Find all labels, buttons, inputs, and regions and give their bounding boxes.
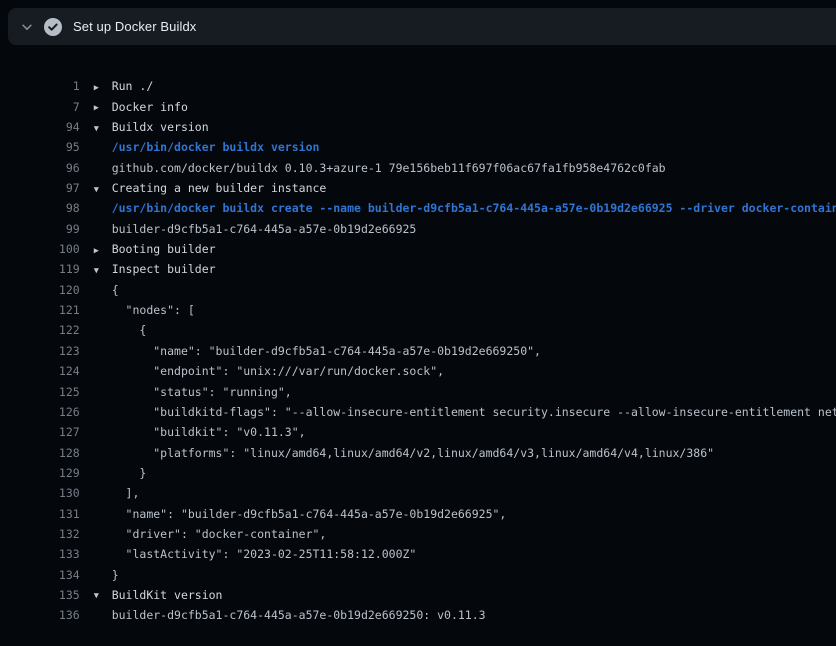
log-line-text: { xyxy=(112,283,119,297)
log-line-text: "driver": "docker-container", xyxy=(112,527,327,541)
log-line-number[interactable]: 100 xyxy=(28,239,80,259)
log-line-text: "nodes": [ xyxy=(112,303,195,317)
log-line-number[interactable]: 122 xyxy=(28,320,80,340)
log-line-number[interactable]: 130 xyxy=(28,483,80,503)
log-line-text: /usr/bin/docker buildx version xyxy=(112,140,320,154)
log-line-number[interactable]: 129 xyxy=(28,463,80,483)
log-line-text: Inspect builder xyxy=(112,262,216,276)
log-line-number[interactable]: 123 xyxy=(28,341,80,361)
log-line-number[interactable]: 97 xyxy=(28,178,80,198)
log-line: 121 "nodes": [ xyxy=(0,280,836,300)
log-line-number[interactable]: 99 xyxy=(28,219,80,239)
collapse-group-icon: ▼ xyxy=(94,119,112,139)
expand-group-icon: ▶ xyxy=(94,98,112,118)
log-line-text: /usr/bin/docker buildx create --name bui… xyxy=(112,201,836,215)
log-line-number[interactable]: 96 xyxy=(28,158,80,178)
collapse-group-icon: ▼ xyxy=(94,261,112,281)
log-line-number[interactable]: 124 xyxy=(28,361,80,381)
log-line-text: Docker info xyxy=(112,100,188,114)
chevron-down-icon[interactable] xyxy=(20,20,34,34)
log-line-text: "name": "builder-d9cfb5a1-c764-445a-a57e… xyxy=(112,507,507,521)
log-line-number[interactable]: 128 xyxy=(28,443,80,463)
log-line-text: builder-d9cfb5a1-c764-445a-a57e-0b19d2e6… xyxy=(112,222,417,236)
log-line-text: } xyxy=(112,568,119,582)
log-line-text: } xyxy=(112,466,147,480)
log-lines: 1▶Run ./ 7▶Docker info 94▼Buildx version… xyxy=(0,45,836,604)
log-line-text: "endpoint": "unix:///var/run/docker.sock… xyxy=(112,364,444,378)
log-line-text: Creating a new builder instance xyxy=(112,181,327,195)
log-line-text: "status": "running", xyxy=(112,385,292,399)
log-line[interactable]: 135▼BuildKit version xyxy=(0,565,836,585)
log-line-number[interactable]: 94 xyxy=(28,117,80,137)
log-line-number[interactable]: 132 xyxy=(28,524,80,544)
log-line-text: "name": "builder-d9cfb5a1-c764-445a-a57e… xyxy=(112,344,541,358)
log-line-number[interactable]: 133 xyxy=(28,544,80,564)
log-line-number[interactable]: 125 xyxy=(28,382,80,402)
log-line-text: github.com/docker/buildx 0.10.3+azure-1 … xyxy=(112,161,666,175)
log-line-number[interactable]: 136 xyxy=(28,605,80,625)
log-line-text: "lastActivity": "2023-02-25T11:58:12.000… xyxy=(112,547,417,561)
log-line-number[interactable]: 120 xyxy=(28,280,80,300)
log-line-number[interactable]: 95 xyxy=(28,137,80,157)
step-title: Set up Docker Buildx xyxy=(73,19,196,34)
log-line-number[interactable]: 119 xyxy=(28,259,80,279)
log-line-number[interactable]: 131 xyxy=(28,504,80,524)
log-line-number[interactable]: 134 xyxy=(28,565,80,585)
collapse-group-icon: ▼ xyxy=(94,180,112,200)
log-line-text: Run ./ xyxy=(112,79,154,93)
log-line-number[interactable]: 127 xyxy=(28,422,80,442)
log-line-text: Booting builder xyxy=(112,242,216,256)
log-line-number[interactable]: 121 xyxy=(28,300,80,320)
expand-group-icon: ▶ xyxy=(94,241,112,261)
log-line-number[interactable]: 1 xyxy=(28,76,80,96)
log-line-number[interactable]: 98 xyxy=(28,198,80,218)
log-line[interactable]: 1▶Run ./ xyxy=(0,56,836,76)
log-line-text: "buildkitd-flags": "--allow-insecure-ent… xyxy=(112,405,836,419)
expand-group-icon: ▶ xyxy=(94,78,112,98)
log-line-text: BuildKit version xyxy=(112,588,223,602)
log-line-text: { xyxy=(112,323,147,337)
log-line-number[interactable]: 126 xyxy=(28,402,80,422)
log-line-number[interactable]: 135 xyxy=(28,585,80,605)
log-line-number[interactable]: 7 xyxy=(28,97,80,117)
success-check-icon xyxy=(44,18,62,36)
log-line-text: builder-d9cfb5a1-c764-445a-a57e-0b19d2e6… xyxy=(112,608,486,622)
workflow-log-panel: Set up Docker Buildx 1▶Run ./ 7▶Docker i… xyxy=(0,0,836,604)
log-line-text: "buildkit": "v0.11.3", xyxy=(112,425,306,439)
log-line-text: Buildx version xyxy=(112,120,209,134)
log-line-text: ], xyxy=(112,486,140,500)
step-header[interactable]: Set up Docker Buildx xyxy=(8,8,836,45)
log-line-text: "platforms": "linux/amd64,linux/amd64/v2… xyxy=(112,446,714,460)
